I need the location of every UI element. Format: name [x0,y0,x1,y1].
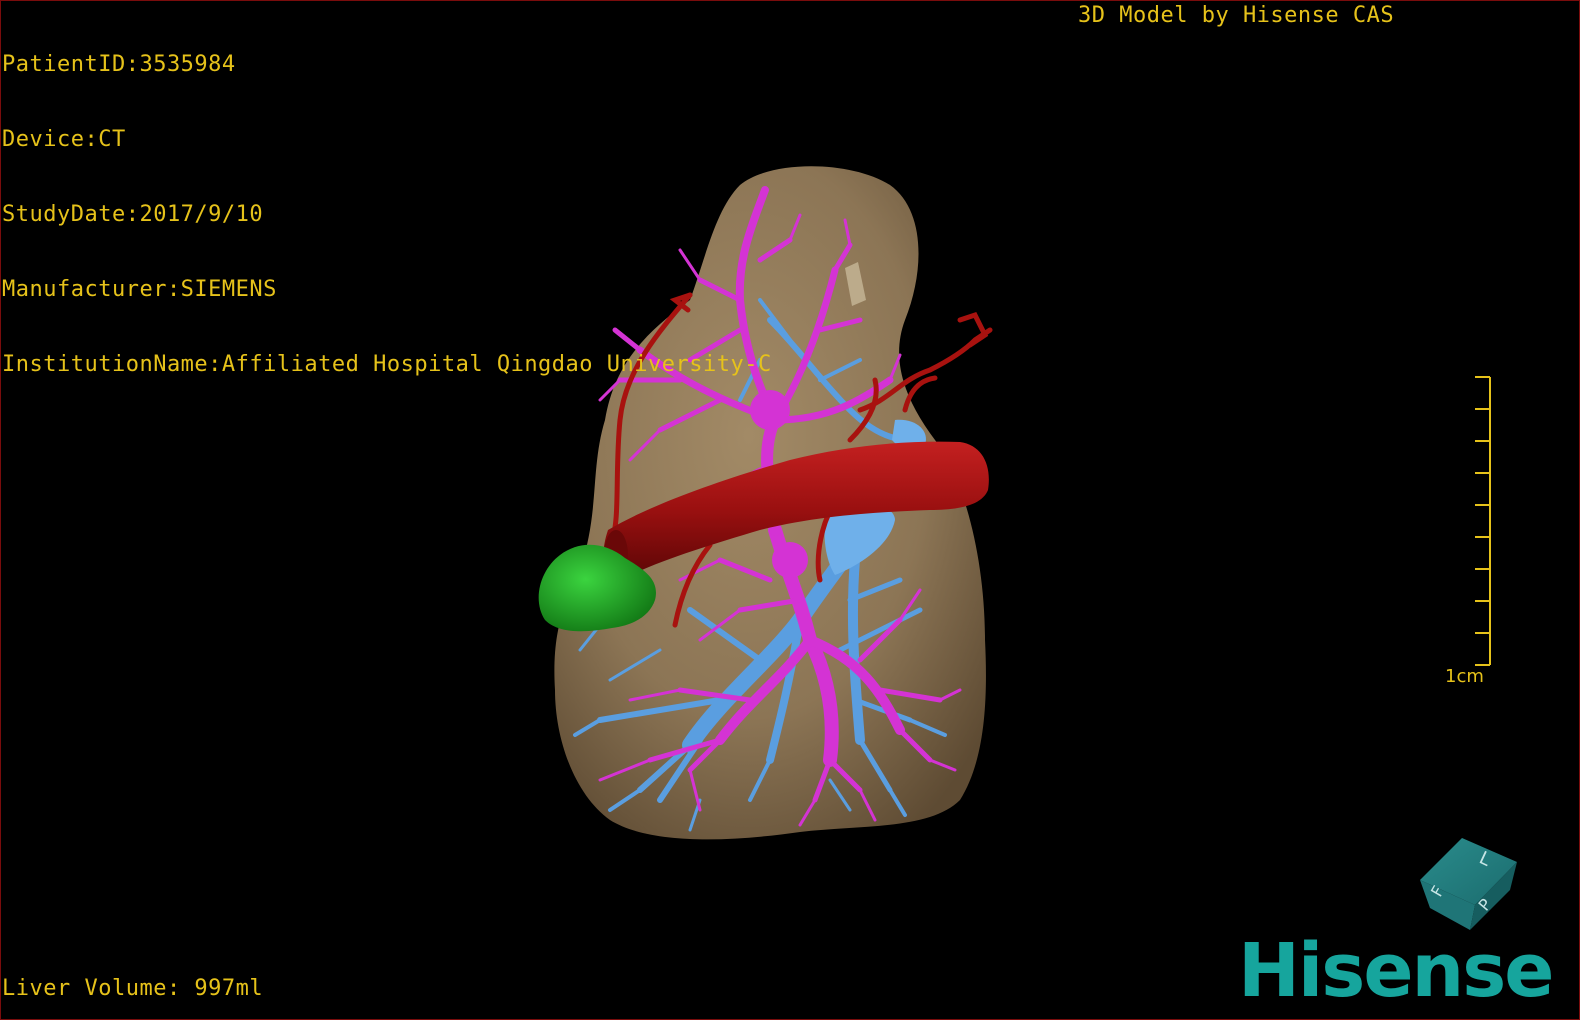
study-date-text: StudyDate:2017/9/10 [2,202,264,227]
institution-text: InstitutionName:Affiliated Hospital Qing… [2,352,772,377]
hisense-logo: Hisense [1238,928,1554,1014]
model-credit-text: 3D Model by Hisense CAS [1078,3,1395,28]
patient-id-text: PatientID:3535984 [2,52,236,77]
portal-trunk-node [772,542,808,578]
manufacturer-text: Manufacturer:SIEMENS [2,277,277,302]
scale-bar [1475,376,1491,666]
liver-volume-text: Liver Volume: 997ml [2,976,264,1001]
dicom-metadata-overlay: PatientID:3535984 Device:CT StudyDate:20… [2,2,772,402]
orientation-cube[interactable]: F L P [1420,838,1517,930]
device-text: Device:CT [2,127,126,152]
scale-bar-label: 1cm [1445,666,1484,687]
